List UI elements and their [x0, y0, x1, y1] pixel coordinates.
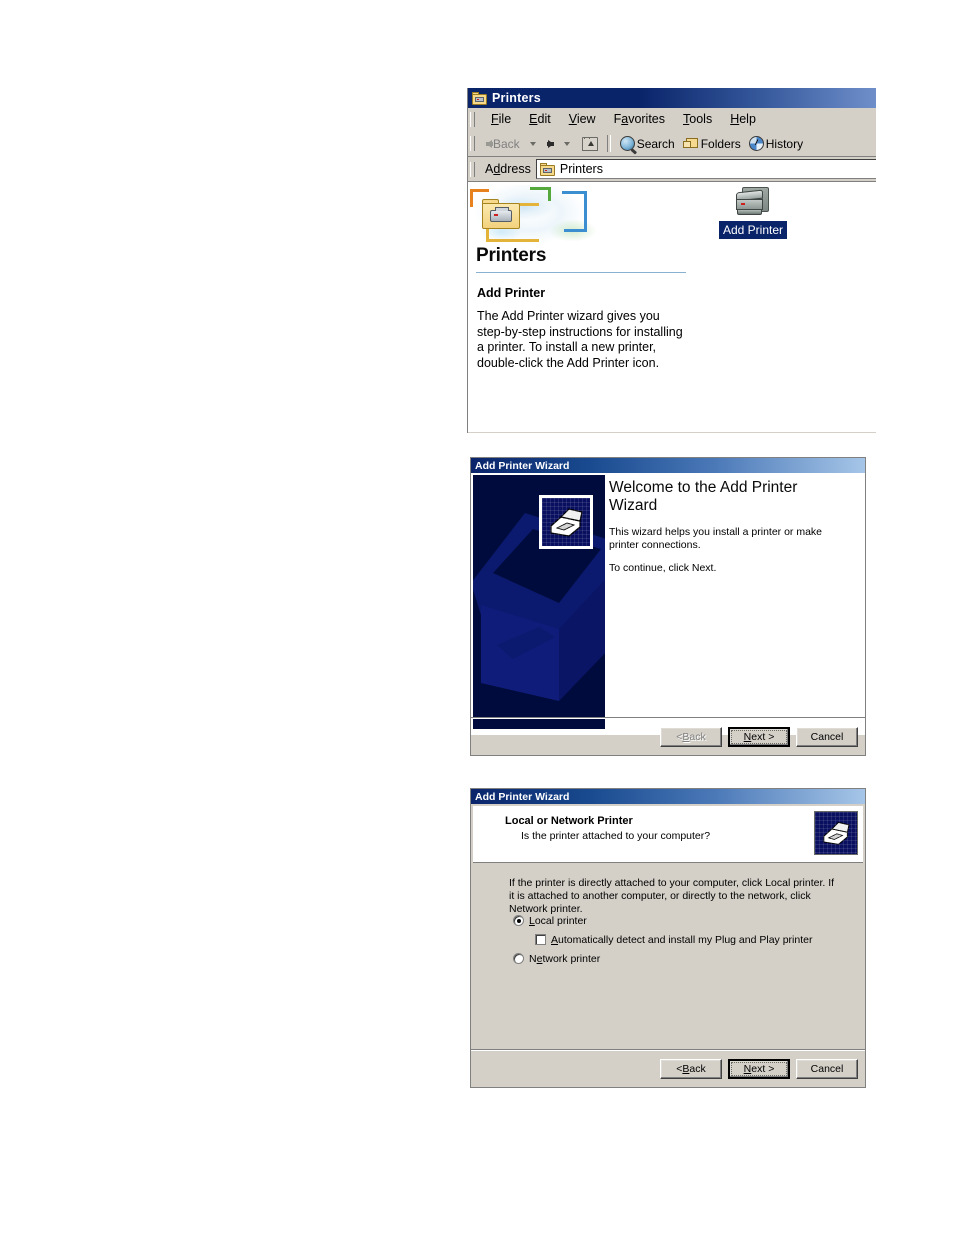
info-section-title: Add Printer — [477, 286, 546, 300]
option-autodetect[interactable]: Automatically detect and install my Plug… — [535, 934, 812, 946]
folders-icon — [682, 137, 699, 150]
add-printer-wizard-welcome-window: Add Printer Wizard Welcome to the Add Pr… — [470, 457, 866, 756]
list-item-label: Add Printer — [718, 221, 788, 239]
info-section-description: The Add Printer wizard gives you step-by… — [477, 309, 683, 370]
local-wizard-header-title: Local or Network Printer — [505, 815, 633, 827]
menu-gripper[interactable] — [470, 111, 475, 127]
menu-item-edit[interactable]: Edit — [520, 110, 560, 128]
printers-items-pane: Add Printer — [696, 183, 876, 432]
folders-button-label: Folders — [700, 136, 741, 151]
option-network-printer-label: Network printer — [529, 953, 601, 965]
welcome-wizard-paragraph-2: To continue, click Next. — [609, 562, 717, 574]
list-item-add-printer[interactable]: Add Printer — [710, 187, 796, 239]
printer-wizard-icon — [539, 495, 593, 549]
address-input[interactable]: Printers — [535, 159, 876, 179]
menu-item-view[interactable]: View — [560, 110, 605, 128]
search-icon — [619, 136, 635, 151]
search-button[interactable]: Search — [616, 134, 679, 153]
folder-printer-icon — [539, 162, 555, 176]
menu-item-file[interactable]: File — [482, 110, 520, 128]
forward-dropdown-icon[interactable] — [563, 141, 570, 146]
checkbox-autodetect-plug-and-play[interactable] — [535, 934, 546, 945]
welcome-wizard-title: Add Printer Wizard — [475, 459, 570, 472]
address-gripper[interactable] — [470, 161, 475, 177]
back-button-label: Back — [493, 136, 520, 151]
history-icon — [748, 136, 764, 151]
arrow-right-icon — [546, 139, 554, 148]
welcome-wizard-title-bar: Add Printer Wizard — [471, 458, 865, 473]
folder-printer-icon — [472, 91, 487, 105]
pane-divider — [476, 272, 686, 273]
radio-network-printer[interactable] — [513, 953, 524, 964]
printer-wizard-icon — [814, 811, 858, 855]
history-button[interactable]: History — [745, 134, 807, 153]
local-wizard-title-bar: Add Printer Wizard — [471, 789, 865, 804]
address-value: Printers — [559, 162, 603, 176]
menu-item-favorites[interactable]: Favorites — [605, 110, 674, 128]
local-wizard-header: Local or Network Printer Is the printer … — [473, 806, 863, 863]
up-one-level-button[interactable] — [576, 135, 602, 153]
next-button[interactable]: Next > — [728, 1059, 790, 1079]
address-label: Address — [485, 162, 531, 176]
local-wizard-title: Add Printer Wizard — [475, 790, 570, 803]
menu-item-tools[interactable]: Tools — [674, 110, 721, 128]
printers-client-area: Printers Add Printer The Add Printer wiz… — [468, 182, 876, 432]
search-button-label: Search — [636, 136, 675, 151]
welcome-wizard-button-row: < Back Next > Cancel — [660, 727, 858, 747]
back-button[interactable]: < Back — [660, 727, 722, 747]
printers-folder-icon — [482, 199, 520, 229]
arrow-left-icon — [486, 139, 493, 148]
local-wizard-body: If the printer is directly attached to y… — [473, 863, 863, 1067]
local-wizard-intro-text: If the printer is directly attached to y… — [509, 877, 835, 915]
forward-button[interactable] — [542, 138, 558, 150]
toolbar-gripper[interactable] — [470, 136, 475, 151]
printers-info-pane: Printers Add Printer The Add Printer wiz… — [468, 183, 696, 432]
add-printer-wizard-local-network-window: Add Printer Wizard Local or Network Prin… — [470, 788, 866, 1088]
folder-up-icon — [581, 136, 598, 151]
folders-button[interactable]: Folders — [679, 135, 745, 153]
welcome-wizard-content: Welcome to the Add Printer Wizard This w… — [609, 479, 859, 586]
radio-local-printer[interactable] — [513, 915, 524, 926]
back-button[interactable]: < Back — [660, 1059, 722, 1079]
option-network-printer[interactable]: Network printer — [513, 953, 600, 965]
local-wizard-button-row: < Back Next > Cancel — [660, 1059, 858, 1079]
welcome-wizard-body: Welcome to the Add Printer Wizard This w… — [471, 473, 865, 735]
wizard-watermark-panel — [473, 475, 605, 729]
printers-explorer-window: Printers File Edit View Favorites Tools … — [467, 88, 876, 433]
menu-item-help[interactable]: Help — [721, 110, 765, 128]
toolbar-separator — [606, 135, 611, 152]
printers-title-bar: Printers — [468, 88, 876, 108]
local-wizard-header-subtitle: Is the printer attached to your computer… — [521, 830, 711, 842]
next-button[interactable]: Next > — [728, 727, 790, 747]
welcome-wizard-footer-divider — [471, 717, 865, 719]
back-button[interactable]: Back — [482, 135, 524, 153]
printers-address-bar: Address Printers — [468, 157, 876, 182]
option-local-printer-label: Local printer — [529, 915, 587, 927]
back-dropdown-icon[interactable] — [529, 141, 536, 146]
printers-banner-graphic — [470, 185, 684, 247]
bracket-green-icon — [530, 187, 551, 201]
welcome-wizard-heading: Welcome to the Add Printer Wizard — [609, 479, 798, 514]
printer-icon — [736, 187, 770, 218]
cancel-button[interactable]: Cancel — [796, 727, 858, 747]
page-title: Printers — [476, 245, 547, 266]
printers-menu-bar: File Edit View Favorites Tools Help — [468, 108, 876, 131]
cancel-button[interactable]: Cancel — [796, 1059, 858, 1079]
option-local-printer[interactable]: Local printer — [513, 915, 587, 927]
printers-toolbar: Back Search Folders History — [468, 131, 876, 157]
printers-window-title: Printers — [492, 91, 541, 105]
local-wizard-footer-divider — [471, 1049, 865, 1051]
welcome-wizard-paragraph-1: This wizard helps you install a printer … — [609, 526, 823, 551]
option-autodetect-label: Automatically detect and install my Plug… — [551, 934, 813, 946]
history-button-label: History — [765, 136, 804, 151]
bracket-blue-lower-icon — [564, 213, 587, 232]
